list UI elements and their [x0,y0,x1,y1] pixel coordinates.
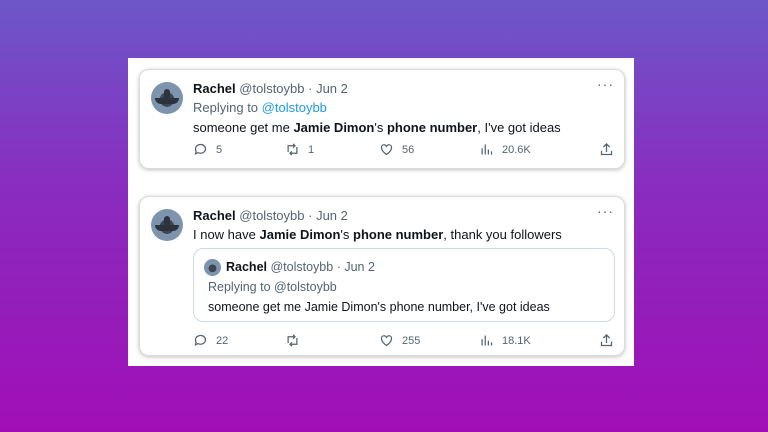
screenshot-panel: Rachel @tolstoybb · Jun 2 ··· Replying t… [128,58,634,366]
reply-button[interactable]: 22 [193,333,228,348]
share-icon [600,333,613,347]
more-icon[interactable]: ··· [597,76,614,92]
tweet-text: someone get me Jamie Dimon's phone numbe… [193,120,561,135]
retweet-button[interactable]: 1 [285,142,314,157]
share-button[interactable] [599,142,614,157]
tweet-date[interactable]: · Jun 2 [308,81,348,96]
views-button[interactable]: 20.6K [479,142,531,157]
quoted-reply-context: Replying to @tolstoybb [208,280,337,294]
reply-count: 22 [216,334,229,347]
like-count: 56 [402,143,415,156]
quoted-display-name: Rachel [226,260,267,274]
user-handle[interactable]: @tolstoybb [239,81,304,96]
retweet-icon [287,334,298,347]
views-icon [481,335,493,346]
like-count: 255 [402,334,421,347]
tweet-card[interactable]: Rachel @tolstoybb · Jun 2 ··· I now have… [139,196,625,356]
reply-icon [194,143,207,156]
action-bar: 22 255 18.1K [193,333,614,351]
display-name[interactable]: Rachel [193,208,236,223]
retweet-button[interactable] [285,333,308,348]
reply-button[interactable]: 5 [193,142,222,157]
display-name[interactable]: Rachel [193,81,236,96]
action-bar: 5 1 56 20.6K [193,142,614,160]
views-count: 20.6K [502,143,531,156]
reply-handle-link[interactable]: @tolstoybb [262,100,327,115]
tweet-header: Rachel @tolstoybb · Jun 2 [193,208,348,223]
like-button[interactable]: 255 [379,333,420,348]
like-icon [380,335,393,347]
quoted-avatar [204,259,221,276]
reply-icon [194,334,207,347]
reply-context: Replying to @tolstoybb [193,100,327,115]
quoted-header: Rachel @tolstoybb · Jun 2 [226,260,375,274]
user-handle[interactable]: @tolstoybb [239,208,304,223]
share-icon [600,142,613,156]
tweet-header: Rachel @tolstoybb · Jun 2 [193,81,348,96]
retweet-icon [287,143,298,156]
more-icon[interactable]: ··· [597,203,614,219]
views-count: 18.1K [502,334,531,347]
reply-prefix: Replying to [193,100,259,115]
tweet-date[interactable]: · Jun 2 [308,208,348,223]
quoted-text: someone get me Jamie Dimon's phone numbe… [208,300,550,314]
avatar[interactable] [151,82,183,114]
retweet-count: 1 [308,143,315,156]
avatar[interactable] [151,209,183,241]
like-icon [380,144,393,156]
views-icon [481,144,493,155]
share-button[interactable] [599,333,614,348]
reply-count: 5 [216,143,223,156]
quoted-date: · Jun 2 [336,260,375,274]
tweet-card[interactable]: Rachel @tolstoybb · Jun 2 ··· Replying t… [139,69,625,169]
like-button[interactable]: 56 [379,142,414,157]
quoted-tweet[interactable]: Rachel @tolstoybb · Jun 2 Replying to @t… [193,248,615,322]
views-button[interactable]: 18.1K [479,333,531,348]
tweet-text: I now have Jamie Dimon's phone number, t… [193,227,562,242]
quoted-handle: @tolstoybb [270,260,334,274]
